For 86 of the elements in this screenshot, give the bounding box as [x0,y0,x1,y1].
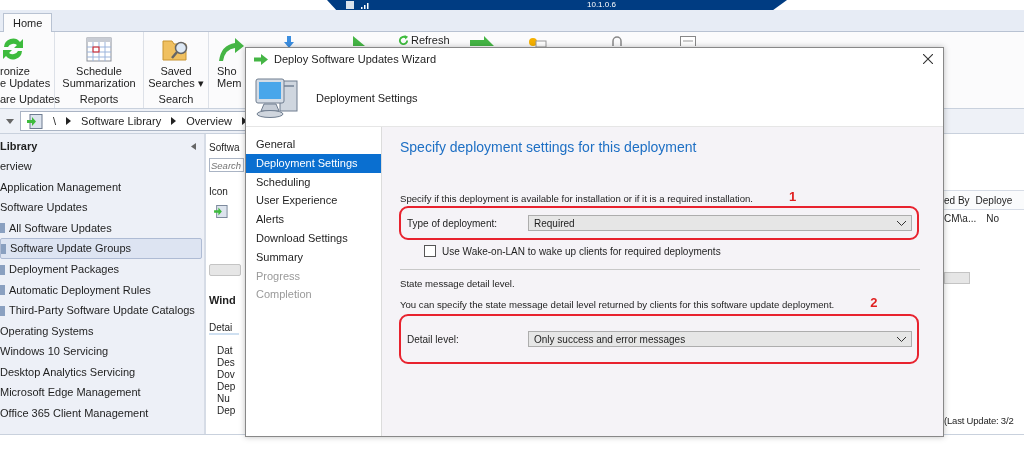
pane-title: Library [0,140,38,152]
ribbon-button[interactable]: Schedule Summarization [62,32,136,90]
section-heading: Specify deployment settings for this deployment [400,139,698,155]
table-cell: CM\a... [944,212,977,224]
column-header[interactable]: Icon [209,186,246,197]
calendar-icon [85,35,113,63]
annotation-number: 1 [789,189,797,204]
wizard-step[interactable]: User Experience [246,191,381,211]
wizard-step[interactable]: Scheduling [246,172,381,192]
column-header[interactable]: ed By [944,194,970,206]
tree-item[interactable]: Automatic Deployment Rules [0,279,204,300]
tree-item[interactable]: Desktop Analytics Servicing [0,361,204,382]
ribbon-group-label: are Updates [0,92,60,107]
tree-item[interactable]: All Software Updates [0,217,204,238]
arrow-icon[interactable] [470,36,494,46]
section-label: State message detail level. [400,278,516,289]
ribbon-button[interactable]: Saved Searches ▾ [148,32,204,90]
tree-item[interactable]: Office 365 Client Management [0,402,204,423]
tree-item[interactable]: Third-Party Software Update Catalogs [0,300,204,321]
chevron-down-icon [897,336,906,342]
close-icon[interactable] [923,54,933,64]
dropdown-caret-icon[interactable] [6,118,14,124]
tree-item[interactable]: Operating Systems [0,320,204,341]
chevron-down-icon [897,220,906,226]
checkbox[interactable] [424,245,436,257]
tree-item[interactable]: Software Updates [0,197,204,218]
details-title: Wind [209,294,237,306]
breadcrumb[interactable]: Software Library [81,115,162,127]
tree-item[interactable]: Software Update Groups [0,238,202,259]
wizard-step[interactable]: Download Settings [246,229,381,248]
annotation-number: 2 [870,295,878,310]
refresh-icon [398,34,409,46]
breadcrumb[interactable]: Overview [186,115,232,127]
detail-label: Des [217,357,236,369]
collapse-icon[interactable] [191,142,196,150]
lock-icon[interactable] [611,36,623,46]
column-header[interactable]: Deploye [975,194,1013,206]
signal-icon [361,1,371,9]
instruction-text: You can specify the state message detail level returned by clients for this software update deployment. [400,299,835,310]
wake-on-lan-checkbox[interactable]: Use Wake-on-LAN to wake up clients for required deployments [424,245,943,257]
tree-item[interactable]: erview [0,156,204,177]
chevron-right-icon[interactable] [171,117,177,125]
detail-level-dropdown[interactable]: Only success and error messages [528,331,912,347]
ribbon-tab[interactable]: Home [3,13,53,32]
deployment-type-dropdown[interactable]: Required [528,215,912,231]
ribbon-button[interactable]: Sho Mem [213,32,245,108]
refresh-button[interactable]: Refresh [398,34,450,46]
field-label: Type of deployment: [406,217,499,229]
search-field[interactable]: Search [209,158,244,172]
tree-item[interactable]: Microsoft Edge Management [0,382,204,403]
page-header: Deployment Settings [316,92,418,104]
tree-item[interactable]: Windows 10 Servicing [0,341,204,362]
pane-title: Softwa [209,142,241,153]
chevron-right-icon[interactable] [66,117,72,125]
arrow-icon [254,53,268,65]
ribbon-group-label: Reports [79,92,119,107]
ribbon-group-label: Search [158,92,194,107]
detail-label: Dov [217,369,236,381]
scrollbar[interactable] [944,272,970,284]
tree-item[interactable]: Application Management [0,176,204,197]
wizard-step[interactable]: Alerts [246,210,381,229]
scrollbar[interactable] [209,264,241,276]
breadcrumb[interactable]: \ [53,115,57,127]
table-cell: No [986,212,1000,224]
wizard-step[interactable]: Summary [246,247,381,267]
console-icon [27,113,43,129]
details-tab[interactable]: Detai [209,322,239,335]
remote-address: 10.1.0.6 [587,0,616,10]
tree-item[interactable]: Deployment Packages [0,259,204,280]
detail-label: Dat [217,345,234,357]
detail-label: Nu [217,393,231,405]
curved-arrow-icon [217,35,245,63]
dialog-title: Deploy Software Updates Wizard [274,53,437,65]
wizard-step[interactable]: General [246,135,381,154]
computer-icon [254,77,300,119]
wizard-step[interactable]: Deployment Settings [246,153,381,173]
detail-label: Dep [217,405,237,417]
update-group-icon [214,205,228,218]
detail-label: Dep [217,381,237,393]
chevron-right-icon[interactable] [242,117,247,125]
document-icon[interactable] [680,36,696,46]
down-arrow-icon[interactable] [283,36,295,48]
instruction-text: Specify if this deployment is available for installation or if it is a required installation. [400,193,753,204]
last-update-text: (Last Update: 3/2 [944,415,1015,426]
ribbon-button[interactable]: ronize e Updates [0,32,51,90]
field-label: Detail level: [406,333,460,345]
